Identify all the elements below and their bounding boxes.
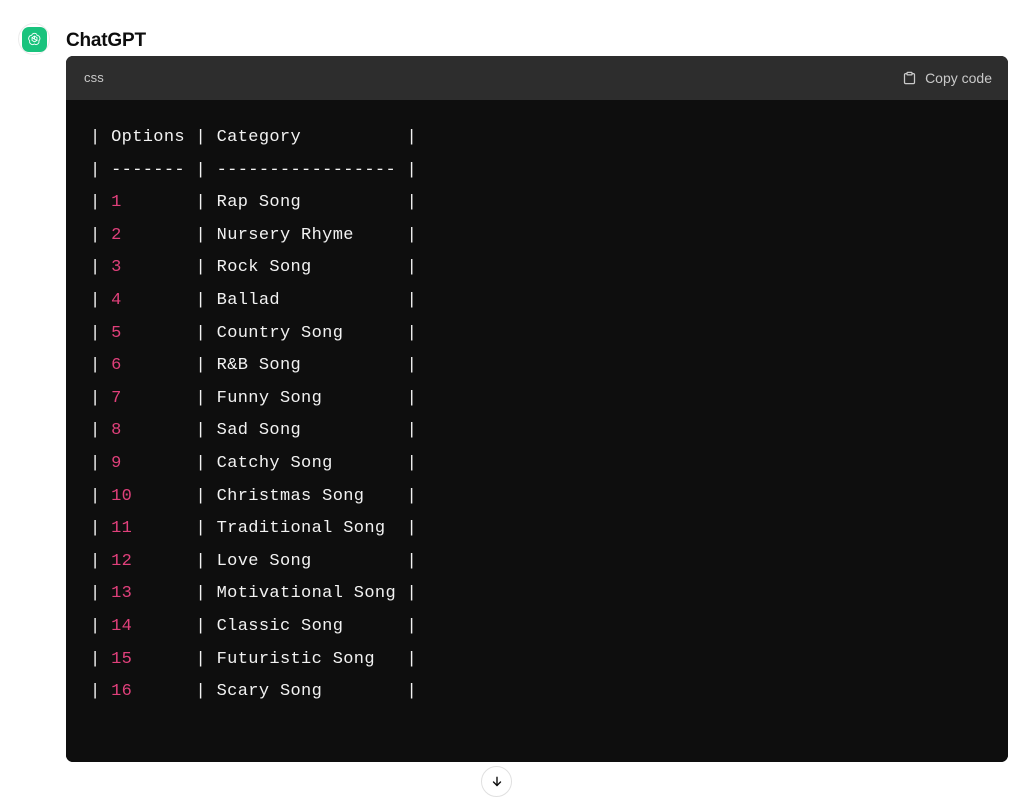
code-text-token: | R&B Song | — [122, 356, 417, 375]
code-text-token: | — [90, 324, 111, 343]
table-row: | 9 | Catchy Song | — [90, 448, 1008, 481]
option-number-token: 13 — [111, 584, 132, 603]
table-row: | 15 | Futuristic Song | — [90, 644, 1008, 677]
copy-code-button[interactable]: Copy code — [902, 70, 992, 86]
code-block-header: css Copy code — [66, 56, 1008, 100]
option-number-token: 1 — [111, 193, 122, 212]
code-text-token: | — [90, 552, 111, 571]
table-row: | 8 | Sad Song | — [90, 415, 1008, 448]
code-content: | Options | Category | | ------- | ------… — [90, 122, 1008, 709]
table-row: | 2 | Nursery Rhyme | — [90, 220, 1008, 253]
option-number-token: 15 — [111, 650, 132, 669]
table-row: | 5 | Country Song | — [90, 318, 1008, 351]
code-text-token: | — [90, 454, 111, 473]
table-row: | 3 | Rock Song | — [90, 252, 1008, 285]
option-number-token: 7 — [111, 389, 122, 408]
code-text-token: | Traditional Song | — [132, 519, 417, 538]
code-text-token: | Classic Song | — [132, 617, 417, 636]
table-separator-row: | ------- | ----------------- | — [90, 155, 1008, 188]
code-block: css Copy code | Options | Category | | --… — [66, 56, 1008, 762]
code-text-token: | — [90, 193, 111, 212]
clipboard-icon — [902, 70, 917, 86]
option-number-token: 11 — [111, 519, 132, 538]
option-number-token: 16 — [111, 682, 132, 701]
scroll-to-bottom-button[interactable] — [481, 766, 512, 797]
table-row: | 11 | Traditional Song | — [90, 513, 1008, 546]
code-text-token: | Motivational Song | — [132, 584, 417, 603]
code-text-token: | Nursery Rhyme | — [122, 226, 417, 245]
page-title: ChatGPT — [66, 29, 146, 53]
table-row: | 10 | Christmas Song | — [90, 481, 1008, 514]
code-language-label: css — [84, 70, 104, 86]
code-text-token: | — [90, 617, 111, 636]
code-text-token: | Ballad | — [122, 291, 417, 310]
option-number-token: 14 — [111, 617, 132, 636]
option-number-token: 8 — [111, 421, 122, 440]
table-row: | 13 | Motivational Song | — [90, 578, 1008, 611]
code-text-token: | Futuristic Song | — [132, 650, 417, 669]
option-number-token: 12 — [111, 552, 132, 571]
arrow-down-icon — [490, 775, 504, 789]
code-text-token: | Love Song | — [132, 552, 417, 571]
code-text-token: | — [90, 389, 111, 408]
code-text-token: | — [90, 682, 111, 701]
code-text-token: | Rap Song | — [122, 193, 417, 212]
option-number-token: 9 — [111, 454, 122, 473]
code-text-token: | — [90, 421, 111, 440]
table-row: | 7 | Funny Song | — [90, 383, 1008, 416]
option-number-token: 3 — [111, 258, 122, 277]
copy-code-label: Copy code — [925, 70, 992, 86]
code-text-token: | — [90, 258, 111, 277]
code-text-token: | Scary Song | — [132, 682, 417, 701]
table-row: | 12 | Love Song | — [90, 546, 1008, 579]
table-row: | 4 | Ballad | — [90, 285, 1008, 318]
option-number-token: 6 — [111, 356, 122, 375]
option-number-token: 10 — [111, 487, 132, 506]
table-header-row: | Options | Category | — [90, 122, 1008, 155]
code-text-token: | Funny Song | — [122, 389, 417, 408]
code-text-token: | — [90, 356, 111, 375]
code-text-token: | — [90, 584, 111, 603]
code-text-token: | Catchy Song | — [122, 454, 417, 473]
code-text-token: | Rock Song | — [122, 258, 417, 277]
code-text-token: | — [90, 650, 111, 669]
code-text-token: | Country Song | — [122, 324, 417, 343]
code-text-token: | — [90, 487, 111, 506]
option-number-token: 4 — [111, 291, 122, 310]
code-text-token: | Sad Song | — [122, 421, 417, 440]
table-row: | 14 | Classic Song | — [90, 611, 1008, 644]
table-row: | 16 | Scary Song | — [90, 676, 1008, 709]
code-block-body: | Options | Category | | ------- | ------… — [66, 100, 1008, 762]
table-row: | 1 | Rap Song | — [90, 187, 1008, 220]
code-text-token: | Options | Category | — [90, 128, 417, 147]
avatar — [18, 23, 50, 55]
openai-logo-icon — [22, 27, 47, 52]
table-row: | 6 | R&B Song | — [90, 350, 1008, 383]
code-text-token: | — [90, 519, 111, 538]
code-text-token: | — [90, 226, 111, 245]
code-text-token: | Christmas Song | — [132, 487, 417, 506]
code-text-token: | ------- | ----------------- | — [90, 161, 417, 180]
code-text-token: | — [90, 291, 111, 310]
option-number-token: 5 — [111, 324, 122, 343]
option-number-token: 2 — [111, 226, 122, 245]
